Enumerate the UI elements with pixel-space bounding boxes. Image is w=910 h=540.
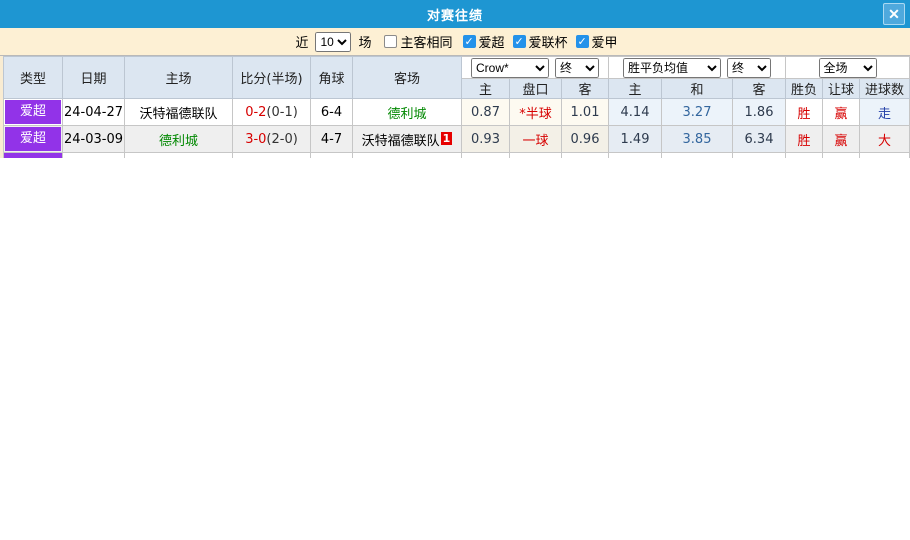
date-cell: 24-04-27 [62, 98, 125, 126]
corners-cell: 6-4 [310, 98, 353, 126]
europe-time-select[interactable]: 终 [727, 57, 772, 78]
handicap-cell: *半球 [509, 98, 562, 126]
goal-result-cell: 大 [859, 125, 910, 153]
asian-home-odds: 0.93 [461, 125, 510, 153]
h2h-table: 类型 日期 主场 比分(半场) 角球 客场 Crow* 终 胜平负均值 终 全场… [3, 56, 910, 158]
league-label-aichao: 爱超 [478, 36, 505, 51]
date-cell: 24-03-09 [62, 125, 125, 153]
result-cell: 胜 [785, 98, 824, 126]
asian-away-odds: 1.01 [561, 98, 609, 126]
col-header-date: 日期 [62, 56, 125, 99]
bookmaker-select[interactable]: Crow* [471, 57, 549, 78]
dialog-title: 对赛往绩 [426, 8, 483, 24]
subcol-euro-home: 主 [608, 78, 662, 99]
close-button[interactable]: ✕ [883, 3, 905, 25]
asian-away-odds: 0.96 [561, 125, 609, 153]
asian-odds-selector-cell: Crow* 终 [461, 56, 609, 79]
subcol-euro-draw: 和 [661, 78, 733, 99]
col-header-away: 客场 [352, 56, 462, 99]
europe-odds-select[interactable]: 胜平负均值 [623, 57, 722, 78]
handicap-cell: 一球 [509, 125, 562, 153]
league-cell: 爱超 [3, 125, 63, 153]
scope-selector-cell: 全场 [785, 56, 910, 79]
same-venue-label: 主客相同 [400, 36, 453, 51]
subcol-result: 胜负 [785, 78, 824, 99]
col-header-type: 类型 [3, 56, 63, 99]
league-checkbox-aichao[interactable] [462, 35, 476, 48]
col-header-corner: 角球 [310, 56, 353, 99]
bookmaker-time-select[interactable]: 终 [555, 57, 599, 78]
league-cell: 爱超 [3, 98, 63, 126]
table-row: 爱超 24-03-09 德利城 3-0(2-0) 4-7 沃特福德联队 1 0.9… [3, 125, 910, 153]
col-header-home: 主场 [124, 56, 233, 99]
same-venue-checkbox[interactable] [384, 35, 398, 48]
subcol-asian-away: 客 [561, 78, 609, 99]
euro-away-odds: 1.86 [731, 98, 787, 126]
recent-count-select[interactable]: 10 [315, 31, 352, 52]
handicap-result-cell: 赢 [822, 98, 861, 126]
corners-cell: 4-7 [310, 125, 353, 153]
header-row-top: 类型 日期 主场 比分(半场) 角球 客场 Crow* 终 胜平负均值 终 全场 [3, 56, 910, 99]
close-icon: ✕ [888, 6, 900, 22]
europe-odds-selector-cell: 胜平负均值 终 [607, 56, 787, 79]
euro-home-odds: 4.14 [608, 98, 662, 126]
league-label-ailianbei: 爱联杯 [528, 36, 568, 51]
score-cell: 0-2(0-1) [232, 98, 311, 126]
recent-label: 近 [295, 36, 309, 51]
dialog-titlebar: 对赛往绩 ✕ [0, 0, 910, 28]
subcol-handicap: 盘口 [509, 78, 562, 99]
goal-result-cell: 走 [859, 98, 910, 126]
euro-home-odds: 1.49 [608, 125, 662, 153]
euro-away-odds: 6.34 [731, 125, 787, 153]
subcol-euro-away: 客 [731, 78, 787, 99]
away-team: 德利城 [352, 98, 462, 126]
table-row: 爱超 24-04-27 沃特福德联队 0-2(0-1) 6-4 德利城 0.87… [3, 98, 910, 126]
euro-draw-odds: 3.27 [661, 98, 733, 126]
league-checkbox-ailianbei[interactable] [512, 35, 526, 48]
half-score: (2-0) [266, 131, 298, 147]
score-cell: 3-0(2-0) [232, 125, 311, 153]
unit-label: 场 [358, 36, 372, 51]
clipped-row [3, 152, 910, 158]
league-checkbox-aijia[interactable] [575, 35, 589, 48]
subcol-goal-result: 进球数 [859, 78, 910, 99]
league-badge: 爱超 [5, 127, 61, 151]
half-score: (0-1) [266, 104, 298, 120]
full-score: 0-2 [245, 104, 267, 120]
head-to-head-dialog: 对赛往绩 ✕ 近 10 场 主客相同 爱超 爱联杯 爱甲 [0, 0, 910, 158]
full-score: 3-0 [245, 131, 267, 147]
home-team: 沃特福德联队 [124, 98, 233, 126]
league-badge: 爱超 [5, 100, 61, 124]
home-team: 德利城 [124, 125, 233, 153]
filter-bar: 近 10 场 主客相同 爱超 爱联杯 爱甲 [0, 28, 910, 56]
col-header-score: 比分(半场) [232, 56, 311, 99]
scope-select[interactable]: 全场 [818, 57, 877, 78]
subcol-asian-home: 主 [461, 78, 510, 99]
table-wrap: 类型 日期 主场 比分(半场) 角球 客场 Crow* 终 胜平负均值 终 全场… [0, 56, 910, 158]
subcol-handicap-result: 让球 [822, 78, 861, 99]
away-team-name: 沃特福德联队 [361, 133, 440, 149]
league-label-aijia: 爱甲 [591, 36, 618, 51]
handicap-result-cell: 赢 [822, 125, 861, 153]
asian-home-odds: 0.87 [461, 98, 510, 126]
result-cell: 胜 [785, 125, 824, 153]
rank-badge: 1 [440, 131, 453, 145]
euro-draw-odds: 3.85 [661, 125, 733, 153]
away-team: 沃特福德联队 1 [352, 125, 462, 153]
